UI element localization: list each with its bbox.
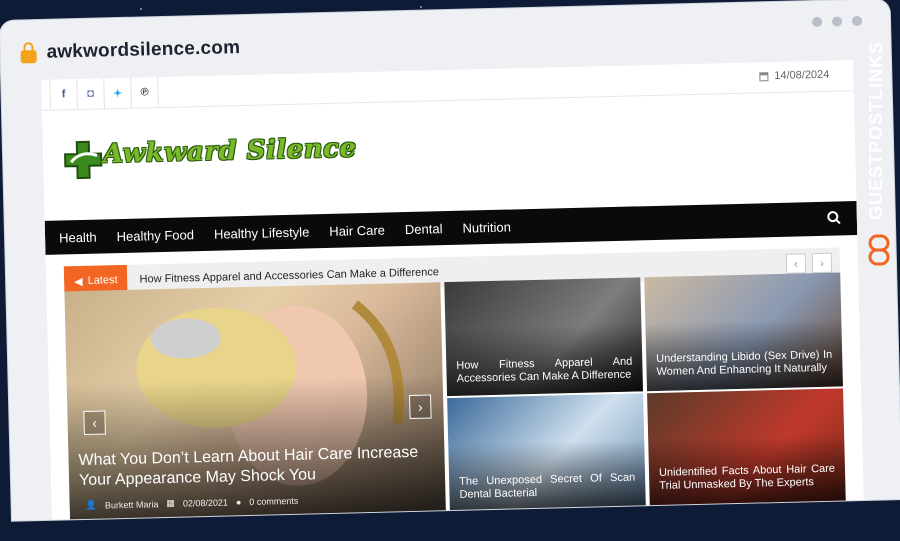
post-card[interactable]: How Fitness Apparel And Accessories Can … <box>444 277 644 397</box>
page-viewport: f ◘ ✦ ℗ 14/08/2024 Awkward Silence Healt… <box>41 60 864 520</box>
post-card-title[interactable]: Unidentified Facts About Hair Care Trial… <box>659 463 836 493</box>
window-controls <box>811 15 863 28</box>
nav-item-healthy-lifestyle[interactable]: Healthy Lifestyle <box>204 224 320 242</box>
nav-item-dental[interactable]: Dental <box>395 220 453 237</box>
latest-label: Latest <box>87 274 118 287</box>
twitter-icon[interactable]: ✦ <box>104 77 132 109</box>
post-card[interactable]: Understanding Libido (Sex Drive) In Wome… <box>644 272 843 392</box>
header-date: 14/08/2024 <box>759 69 829 83</box>
watermark-text: GUESTPOSTLINKS <box>866 40 886 220</box>
link-icon <box>868 234 890 266</box>
featured-grid: ‹ › What You Don’t Learn About Hair Care… <box>64 272 846 520</box>
post-card-title[interactable]: Understanding Libido (Sex Drive) In Wome… <box>656 349 833 379</box>
search-icon[interactable] <box>827 210 841 225</box>
post-card-title[interactable]: How Fitness Apparel And Accessories Can … <box>456 356 633 386</box>
window-dot[interactable] <box>851 15 863 27</box>
ticker-next-button[interactable]: › <box>811 252 833 274</box>
slider-next-button[interactable]: › <box>409 394 432 420</box>
featured-comments[interactable]: 0 comments <box>249 495 298 506</box>
site-logo[interactable]: Awkward Silence <box>103 133 357 169</box>
facebook-icon[interactable]: f <box>49 79 78 110</box>
nav-item-hair-care[interactable]: Hair Care <box>319 222 395 239</box>
comment-icon: ● <box>235 496 242 507</box>
ticker-prev-button[interactable]: ‹ <box>785 253 807 274</box>
date-text: 14/08/2024 <box>774 68 830 83</box>
featured-slide[interactable]: ‹ › What You Don’t Learn About Hair Care… <box>64 282 446 520</box>
lock-icon <box>20 49 37 63</box>
megaphone-icon: ◀ <box>74 275 83 288</box>
nav-item-health[interactable]: Health <box>45 229 107 246</box>
user-icon: 👤 <box>85 499 97 510</box>
calendar-icon: ▦ <box>166 497 175 508</box>
address-bar[interactable]: awkwordsilence.com <box>20 33 240 68</box>
logo-area: Awkward Silence <box>42 91 856 221</box>
pinterest-icon[interactable]: ℗ <box>131 77 159 108</box>
featured-author[interactable]: Burkett Maria <box>105 499 159 510</box>
nav-item-nutrition[interactable]: Nutrition <box>452 219 521 236</box>
url-text: awkwordsilence.com <box>46 37 241 63</box>
window-dot[interactable] <box>831 16 843 27</box>
post-card-title[interactable]: The Unexposed Secret Of Scan Dental Bact… <box>459 472 636 502</box>
instagram-icon[interactable]: ◘ <box>77 78 105 110</box>
medical-cross-icon <box>64 140 103 180</box>
nav-item-healthy-food[interactable]: Healthy Food <box>106 227 204 244</box>
browser-window: awkwordsilence.com f ◘ ✦ ℗ 14/08/2024 Aw… <box>0 0 900 541</box>
post-card[interactable]: The Unexposed Secret Of Scan Dental Bact… <box>447 393 646 513</box>
guestpostlinks-watermark: GUESTPOSTLINKS <box>866 40 892 274</box>
calendar-icon <box>759 71 769 81</box>
window-dot[interactable] <box>811 16 823 28</box>
slider-prev-button[interactable]: ‹ <box>83 410 106 435</box>
post-card[interactable]: Unidentified Facts About Hair Care Trial… <box>647 388 846 508</box>
